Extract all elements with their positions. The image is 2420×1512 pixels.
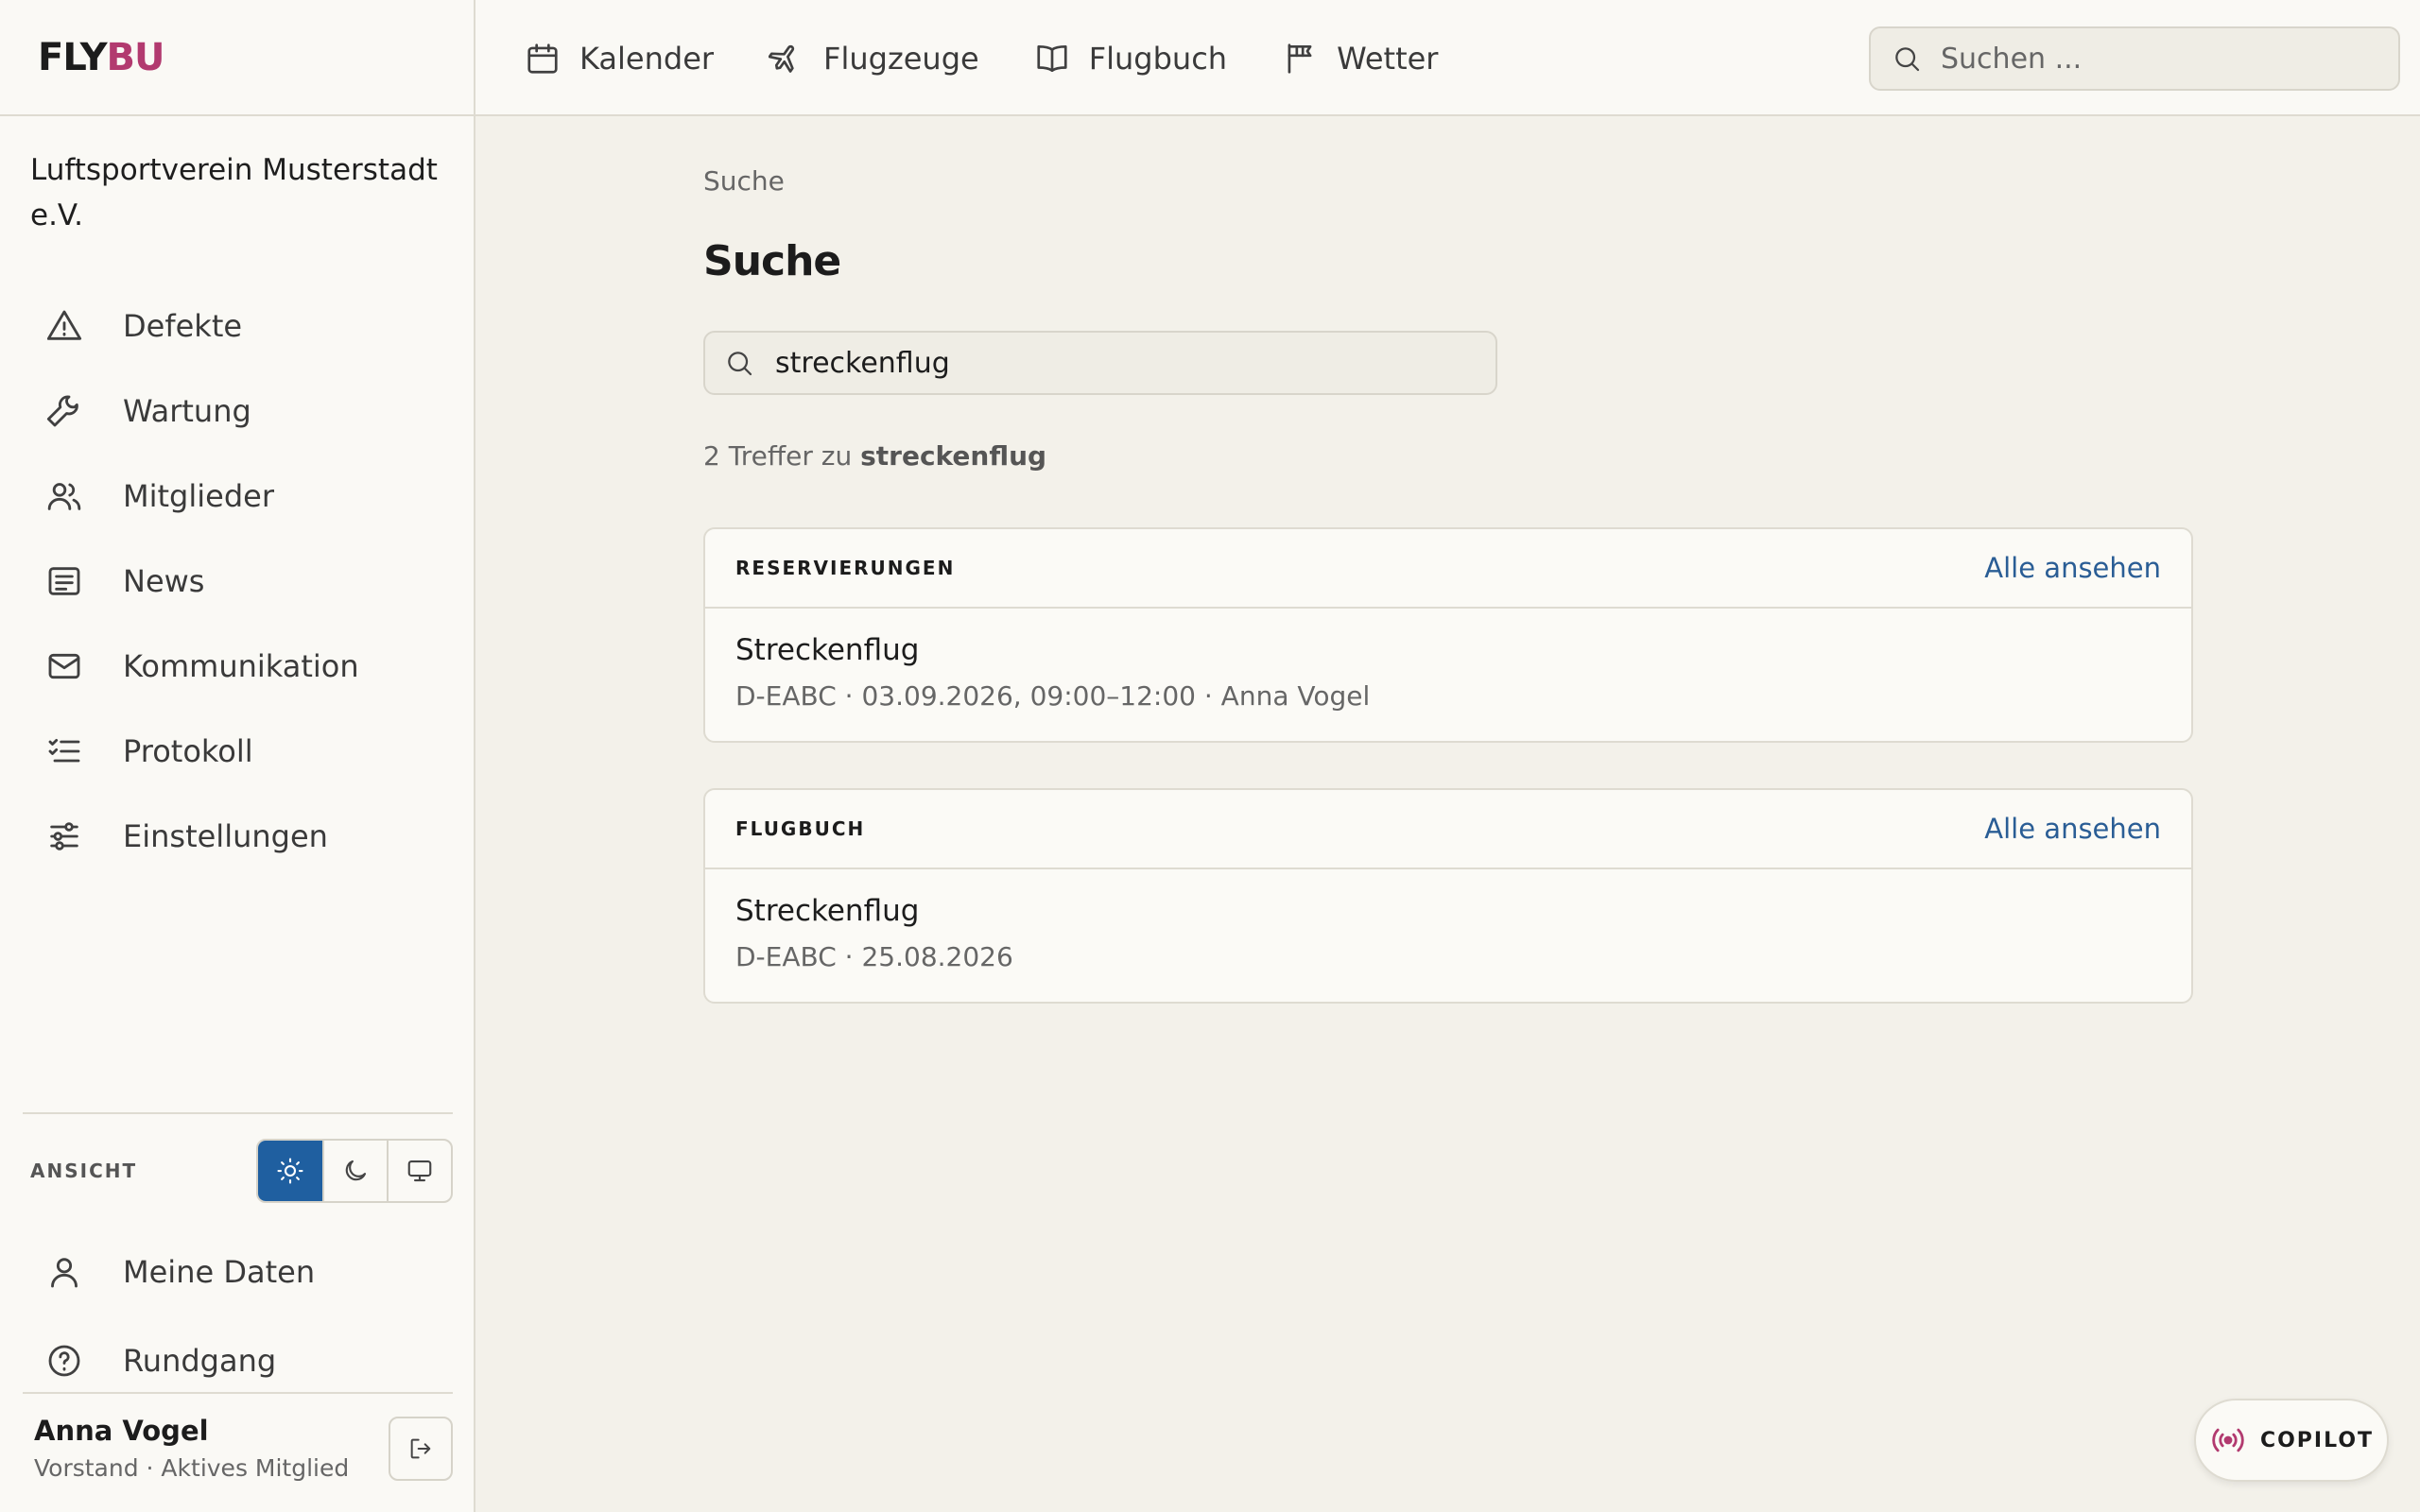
users-icon [45, 477, 83, 515]
user-icon [45, 1253, 83, 1291]
view-all-link[interactable]: Alle ansehen [1984, 552, 2161, 584]
sidebar-item-kommunikation[interactable]: Kommunikation [23, 624, 453, 709]
sidebar-item-label: Kommunikation [123, 648, 359, 684]
broadcast-icon [2209, 1421, 2247, 1459]
sidebar-item-meine-daten[interactable]: Meine Daten [23, 1228, 453, 1316]
theme-system-button[interactable] [387, 1141, 451, 1201]
search-icon [1892, 43, 1922, 74]
sidebar-item-label: Meine Daten [123, 1254, 316, 1290]
app-logo[interactable]: FLYBU [38, 35, 165, 79]
result-meta: D-EABC · 25.08.2026 [735, 941, 1013, 972]
sidebar-item-einstellungen[interactable]: Einstellungen [23, 794, 453, 879]
sidebar-item-label: News [123, 563, 205, 599]
search-field [703, 331, 1497, 395]
ansicht-label: ANSICHT [30, 1160, 138, 1182]
topnav-label: Flugbuch [1088, 40, 1228, 77]
sidebar-item-defekte[interactable]: Defekte [23, 284, 453, 369]
user-panel: Anna Vogel Vorstand · Aktives Mitglied [23, 1392, 453, 1512]
theme-row: ANSICHT [23, 1114, 453, 1228]
sidebar-item-label: Einstellungen [123, 818, 328, 854]
sidebar-item-wartung[interactable]: Wartung [23, 369, 453, 454]
topnav-item-flugbuch[interactable]: Flugbuch [1034, 41, 1227, 77]
logo-part-2: BU [106, 35, 165, 79]
sidebar-item-news[interactable]: News [23, 539, 453, 624]
view-all-link[interactable]: Alle ansehen [1984, 813, 2161, 845]
page-title: Suche [703, 237, 841, 285]
sidebar-item-label: Protokoll [123, 733, 253, 769]
calendar-icon [525, 41, 561, 77]
help-circle-icon [45, 1342, 83, 1380]
mail-icon [45, 647, 83, 685]
result-term: streckenflug [860, 440, 1047, 472]
sidebar-item-mitglieder[interactable]: Mitglieder [23, 454, 453, 539]
section-header: RESERVIERUNGEN Alle ansehen [705, 529, 2191, 609]
sidebar-item-label: Mitglieder [123, 478, 274, 514]
theme-light-button[interactable] [258, 1141, 322, 1201]
topnav-label: Wetter [1337, 40, 1439, 77]
sidebar-item-label: Rundgang [123, 1343, 277, 1379]
user-role: Vorstand · Aktives Mitglied [34, 1454, 350, 1482]
copilot-label: COPILOT [2259, 1428, 2375, 1452]
section-title: RESERVIERUNGEN [735, 557, 956, 579]
sidebar-bottom: ANSICHT Meine Daten Rundgang [23, 1112, 453, 1405]
book-icon [1034, 41, 1070, 77]
logo-part-1: FLY [38, 35, 108, 79]
result-count: 2 Treffer zu streckenflug [703, 440, 1046, 472]
sidebar-nav: Defekte Wartung Mitglieder News Kommunik… [23, 284, 453, 879]
result-title: Streckenflug [735, 633, 920, 667]
sidebar-item-protokoll[interactable]: Protokoll [23, 709, 453, 794]
sidebar-item-label: Defekte [123, 308, 243, 344]
search-input[interactable] [775, 346, 1475, 380]
topnav-item-wetter[interactable]: Wetter [1282, 41, 1438, 77]
topnav-item-kalender[interactable]: Kalender [525, 41, 714, 77]
top-nav: Kalender Flugzeuge Flugbuch Wetter [525, 0, 1493, 116]
wrench-icon [45, 392, 83, 430]
result-item[interactable]: Streckenflug D-EABC · 25.08.2026 [705, 869, 2191, 1002]
theme-switcher [256, 1139, 453, 1203]
result-item[interactable]: Streckenflug D-EABC · 03.09.2026, 09:00–… [705, 609, 2191, 741]
topnav-label: Kalender [579, 40, 715, 77]
windsock-icon [1282, 41, 1318, 77]
section-header: FLUGBUCH Alle ansehen [705, 790, 2191, 869]
logout-button[interactable] [389, 1417, 453, 1481]
warning-icon [45, 307, 83, 345]
results-section-reservierungen: RESERVIERUNGEN Alle ansehen Streckenflug… [703, 527, 2193, 743]
result-count-prefix: 2 Treffer zu [703, 440, 861, 472]
user-name: Anna Vogel [34, 1415, 209, 1447]
organization-name: Luftsportverein Musterstadt e.V. [30, 153, 438, 232]
sun-icon [276, 1157, 304, 1185]
plane-icon [769, 41, 804, 77]
logo-area: FLYBU [0, 0, 474, 116]
list-check-icon [45, 732, 83, 770]
moon-icon [341, 1157, 370, 1185]
topnav-label: Flugzeuge [823, 40, 979, 77]
result-title: Streckenflug [735, 894, 920, 928]
global-search-input[interactable] [1941, 42, 2376, 76]
top-bar: Kalender Flugzeuge Flugbuch Wetter [475, 0, 2420, 116]
section-title: FLUGBUCH [735, 817, 866, 840]
topnav-item-flugzeuge[interactable]: Flugzeuge [769, 41, 979, 77]
logout-icon [407, 1435, 434, 1462]
sidebar: FLYBU Luftsportverein Musterstadt e.V. D… [0, 0, 475, 1512]
breadcrumb[interactable]: Suche [703, 165, 785, 197]
theme-dark-button[interactable] [322, 1141, 387, 1201]
search-icon [724, 348, 754, 378]
newspaper-icon [45, 562, 83, 600]
global-search [1869, 26, 2400, 91]
copilot-button[interactable]: COPILOT [2194, 1399, 2389, 1482]
results-section-flugbuch: FLUGBUCH Alle ansehen Streckenflug D-EAB… [703, 788, 2193, 1004]
sidebar-item-label: Wartung [123, 393, 251, 429]
sliders-icon [45, 817, 83, 855]
monitor-icon [406, 1157, 434, 1185]
result-meta: D-EABC · 03.09.2026, 09:00–12:00 · Anna … [735, 680, 1371, 712]
